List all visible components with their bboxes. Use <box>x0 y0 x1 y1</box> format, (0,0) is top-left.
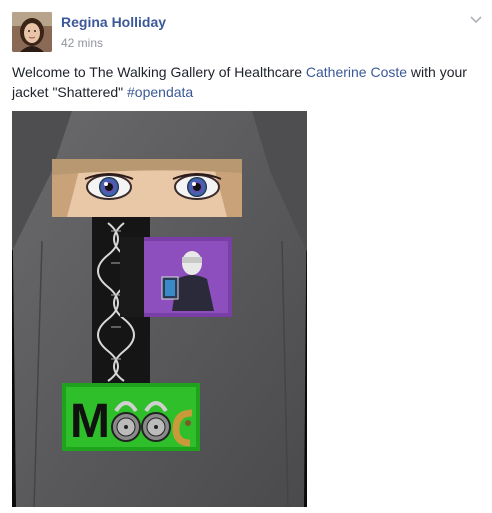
post-timestamp[interactable]: 42 mins <box>61 36 103 50</box>
jacket-painting-image: M <box>12 111 307 507</box>
feed-post: Regina Holliday 42 mins Welcome to The W… <box>0 0 492 513</box>
chevron-down-icon[interactable] <box>468 12 484 28</box>
post-text-before: Welcome to The Walking Gallery of Health… <box>12 64 306 80</box>
mention-link[interactable]: Catherine Coste <box>306 64 407 80</box>
author-name[interactable]: Regina Holliday <box>61 14 166 30</box>
author-avatar[interactable] <box>12 12 52 52</box>
painted-letter: M <box>70 395 110 448</box>
post-message: Welcome to The Walking Gallery of Health… <box>12 62 480 102</box>
post-photo[interactable]: M <box>12 111 307 507</box>
avatar-image <box>12 12 52 52</box>
hashtag-link[interactable]: #opendata <box>127 84 193 100</box>
